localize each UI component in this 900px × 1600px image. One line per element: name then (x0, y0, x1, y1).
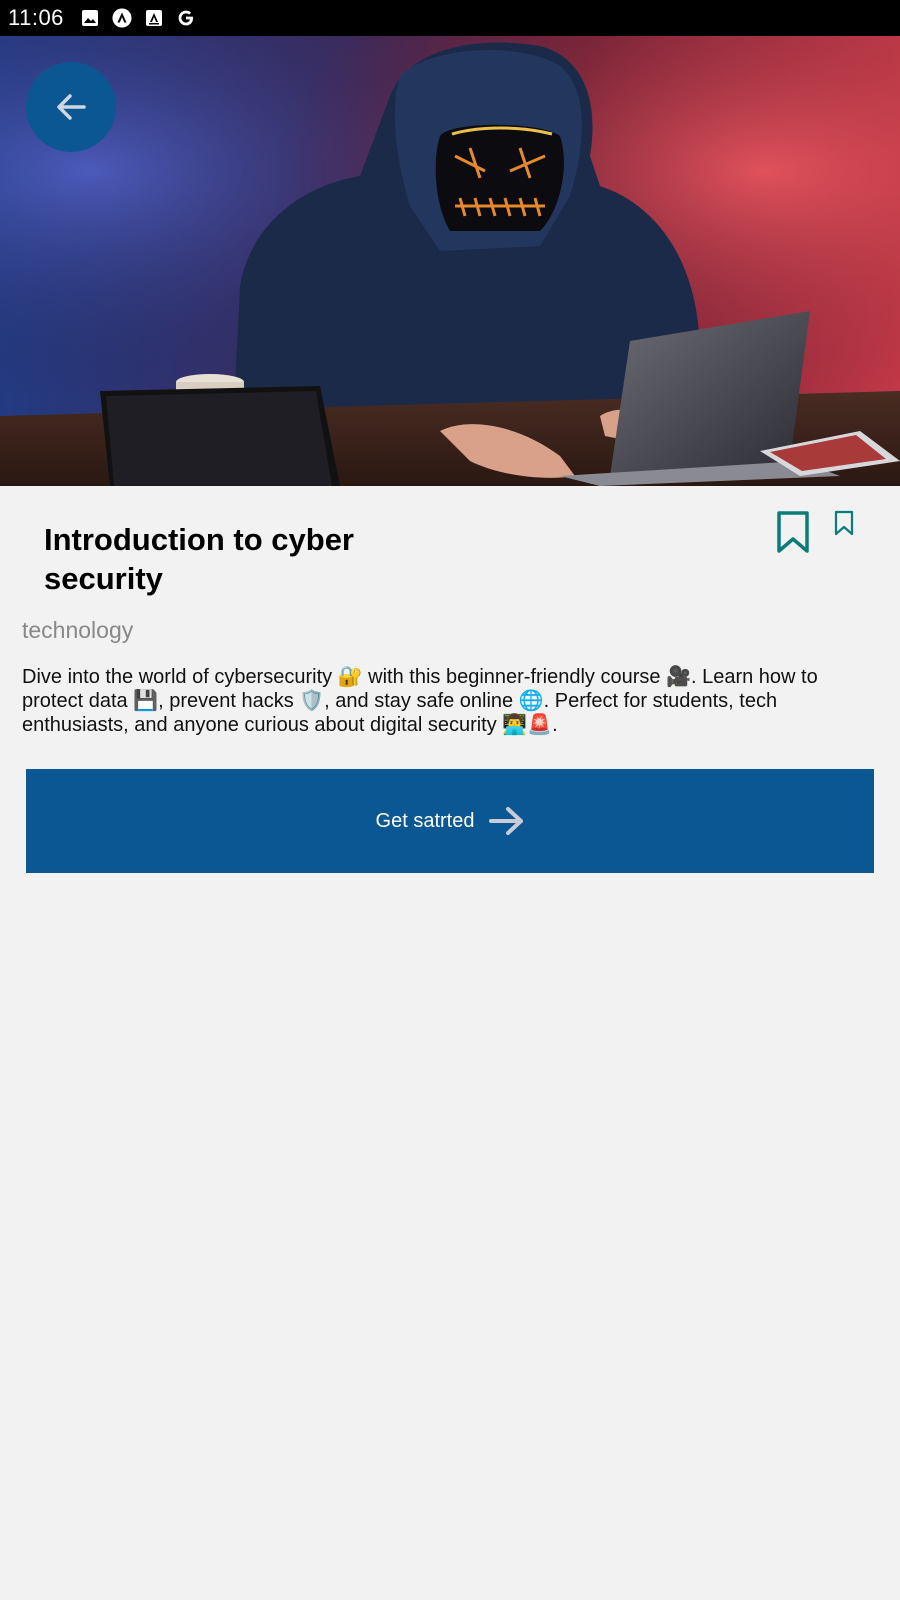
arrow-right-icon (489, 807, 524, 835)
font-a-icon (144, 8, 164, 28)
hero-image (0, 36, 900, 486)
hooded-hacker-illustration (0, 36, 900, 486)
back-button[interactable] (26, 62, 116, 152)
status-bar: 11:06 (0, 0, 900, 36)
course-title: Introduction to cyber security (44, 522, 354, 596)
get-started-label: Get satrted (375, 809, 475, 832)
app-a-icon (112, 8, 132, 28)
status-time: 11:06 (8, 5, 64, 30)
bookmark-outline-icon[interactable] (776, 510, 810, 554)
arrow-left-icon (57, 94, 86, 120)
bookmark-small-icon[interactable] (834, 510, 854, 536)
image-icon (80, 8, 100, 28)
course-description: Dive into the world of cybersecurity 🔐 w… (22, 666, 818, 736)
google-icon (176, 8, 196, 28)
course-category: technology (22, 617, 134, 643)
get-started-button[interactable]: Get satrted (26, 769, 874, 873)
